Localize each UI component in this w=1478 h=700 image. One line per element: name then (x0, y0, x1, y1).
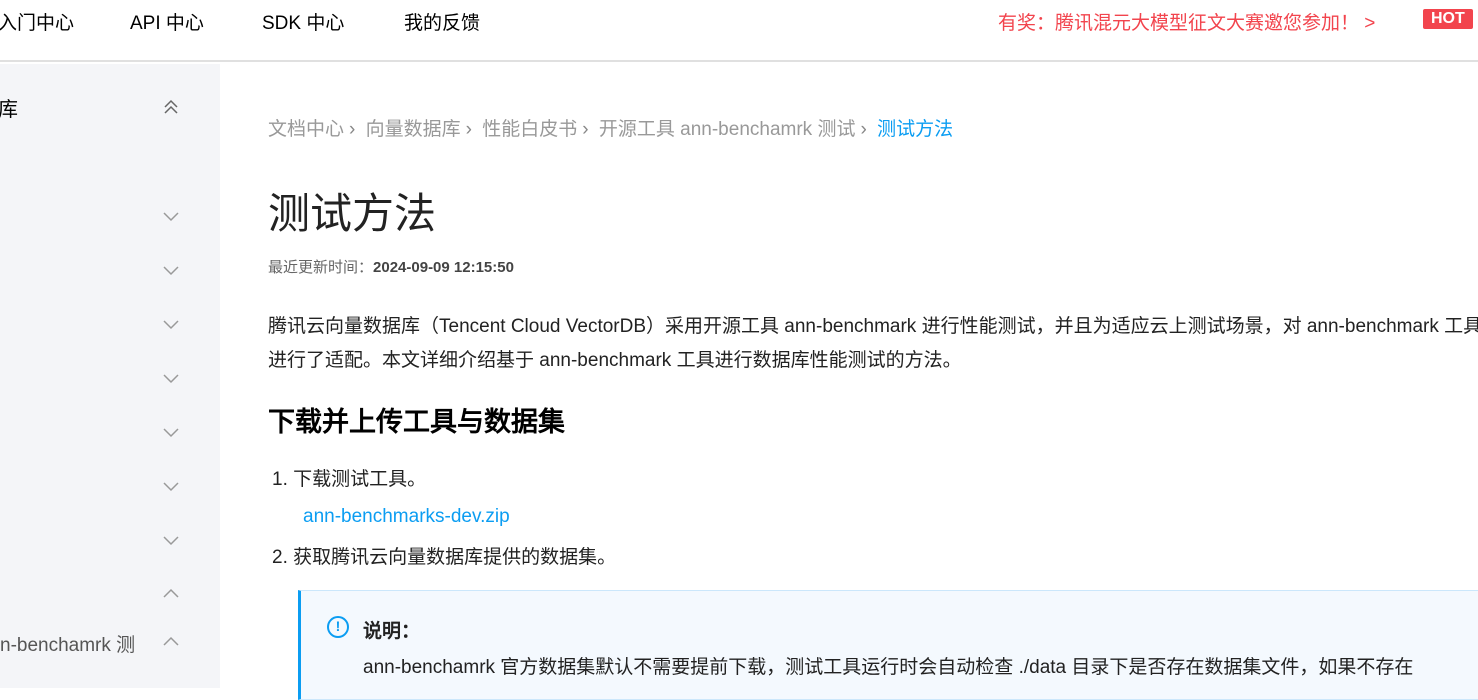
chevron-right-icon: › (860, 119, 867, 140)
chevron-up-icon[interactable] (162, 585, 180, 603)
note-title: 说明： (363, 621, 421, 642)
note-body: ann-benchamrk 官方数据集默认不需要提前下载，测试工具运行时会自动检… (363, 657, 1414, 678)
last-updated: 最近更新时间：2024-09-09 12:15:50 (268, 256, 514, 277)
intro-paragraph: 腾讯云向量数据库（Tencent Cloud VectorDB）采用开源工具 a… (268, 316, 1478, 371)
nav-getting-started[interactable]: 入门中心 (0, 8, 74, 35)
top-nav: 入门中心 API 中心 SDK 中心 我的反馈 有奖：腾讯混元大模型征文大赛邀您… (0, 0, 1478, 62)
chevron-down-icon[interactable] (162, 315, 180, 333)
updated-label: 最近更新时间： (268, 259, 374, 276)
breadcrumb-item[interactable]: 文档中心 (268, 119, 344, 140)
chevron-down-icon[interactable] (162, 207, 180, 225)
chevron-down-icon[interactable] (162, 261, 180, 279)
sidebar (0, 64, 220, 688)
nav-feedback[interactable]: 我的反馈 (404, 8, 480, 35)
breadcrumb: 文档中心 › 向量数据库 › 性能白皮书 › 开源工具 ann-benchamrk 测… (268, 114, 953, 141)
breadcrumb-item[interactable]: 性能白皮书 (482, 119, 577, 140)
chevron-up-icon[interactable] (162, 633, 180, 651)
sidebar-item-ann-benchmark[interactable]: n-benchamrk 测 (0, 630, 135, 657)
chevron-down-icon[interactable] (162, 369, 180, 387)
chevron-right-icon: › (465, 119, 472, 140)
download-link[interactable]: ann-benchmarks-dev.zip (303, 506, 510, 528)
updated-time: 2024-09-09 12:15:50 (373, 259, 514, 276)
double-chevron-up-icon[interactable] (162, 98, 180, 116)
promo-link[interactable]: 有奖：腾讯混元大模型征文大赛邀您参加！ > (998, 8, 1375, 35)
chevron-right-icon: › (582, 119, 589, 140)
section-heading: 下载并上传工具与数据集 (268, 407, 565, 437)
step-2: 2. 获取腾讯云向量数据库提供的数据集。 (272, 547, 617, 568)
sidebar-title: 库 (0, 99, 18, 121)
step-1: 1. 下载测试工具。 (272, 469, 427, 490)
chevron-down-icon[interactable] (162, 423, 180, 441)
chevron-down-icon[interactable] (162, 531, 180, 549)
breadcrumb-item[interactable]: 开源工具 ann-benchamrk 测试 (599, 119, 856, 140)
chevron-down-icon[interactable] (162, 477, 180, 495)
nav-sdk-center[interactable]: SDK 中心 (262, 8, 344, 35)
hot-badge: HOT (1423, 9, 1473, 29)
nav-api-center[interactable]: API 中心 (130, 8, 204, 35)
note-box: ! 说明： ann-benchamrk 官方数据集默认不需要提前下载，测试工具运… (298, 590, 1478, 700)
breadcrumb-item[interactable]: 向量数据库 (366, 119, 461, 140)
breadcrumb-current: 测试方法 (877, 119, 954, 140)
page-title: 测试方法 (268, 190, 437, 237)
info-icon: ! (327, 616, 349, 638)
chevron-right-icon: › (349, 119, 356, 140)
